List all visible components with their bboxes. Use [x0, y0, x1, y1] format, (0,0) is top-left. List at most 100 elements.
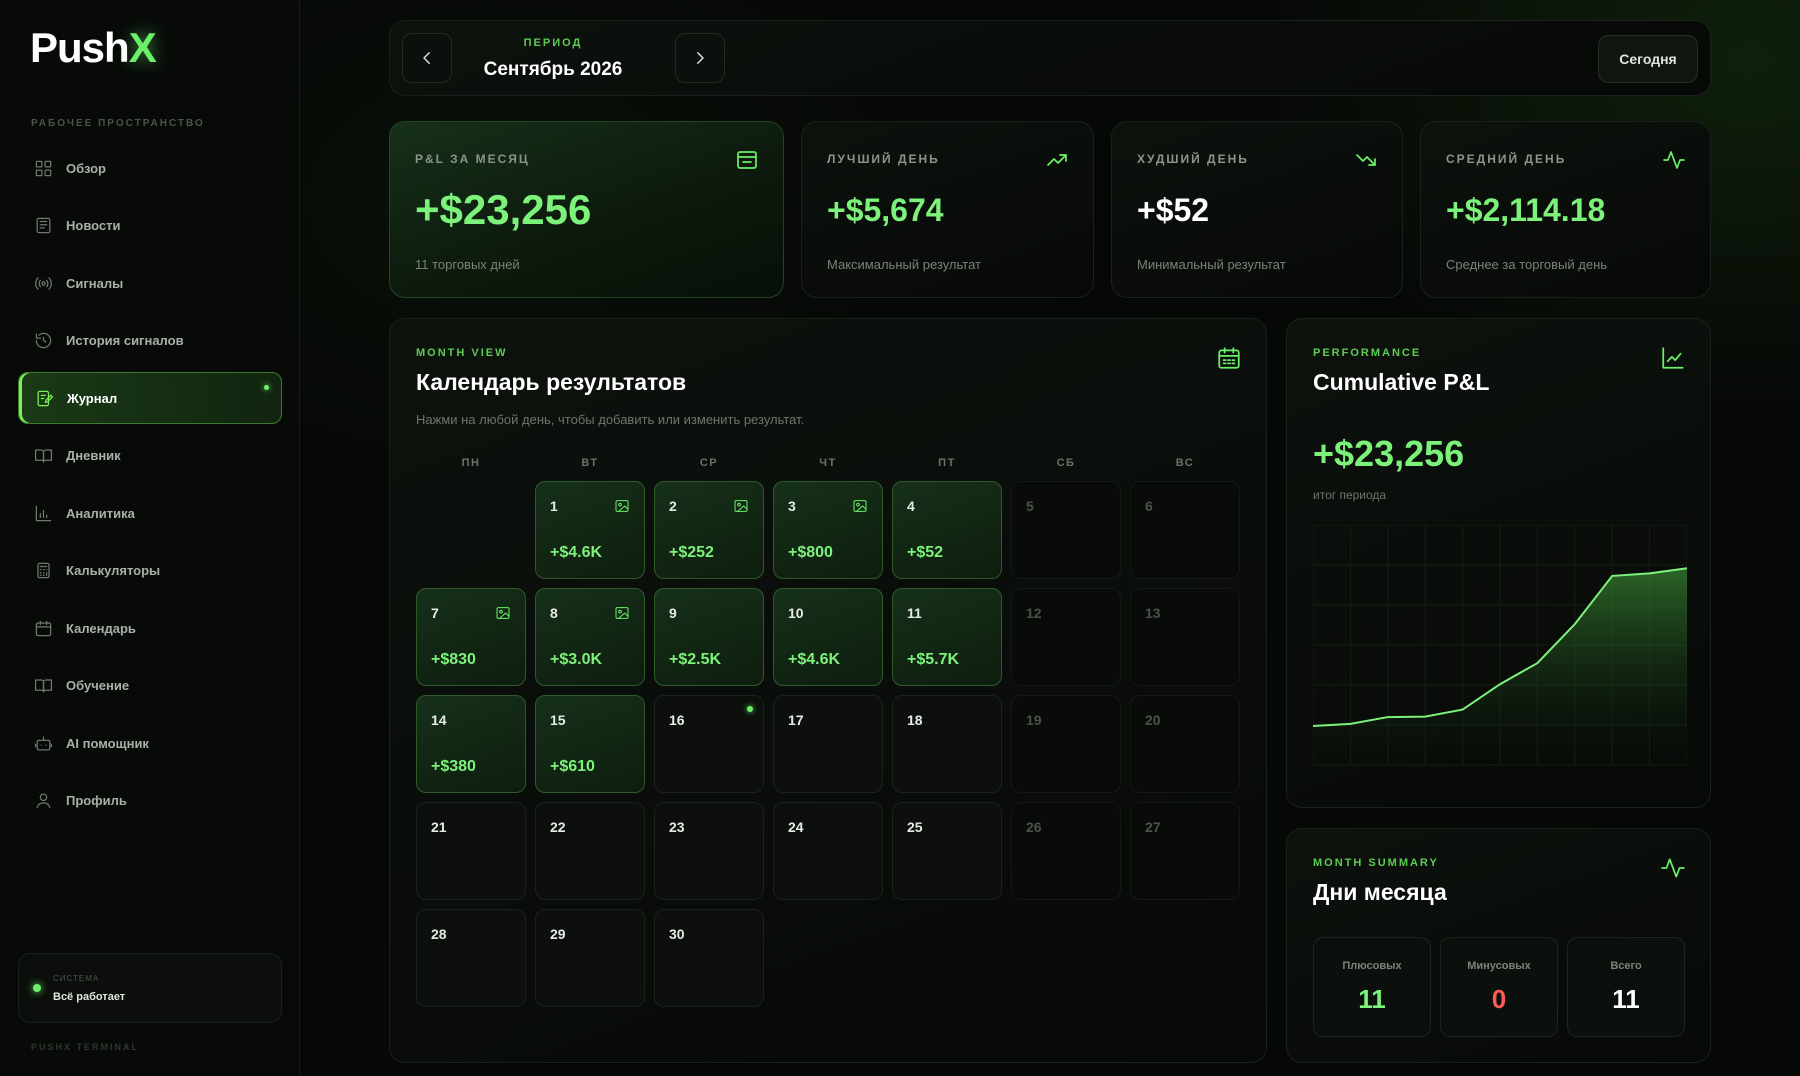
calendar-title: Календарь результатов [416, 369, 687, 395]
calendar-day[interactable]: 10 +$4.6K [773, 588, 883, 686]
calendar-day[interactable]: 17 [773, 695, 883, 793]
broadcast-icon [32, 272, 54, 294]
day-pnl: +$3.0K [550, 651, 603, 668]
day-number: 7 [431, 605, 439, 621]
summary-box: Всего 11 [1567, 937, 1685, 1037]
day-number: 10 [788, 605, 804, 621]
calendar-day[interactable]: 13 [1130, 588, 1240, 686]
calendar-day[interactable]: 21 [416, 802, 526, 900]
best-day-card: ЛУЧШИЙ ДЕНЬ +$5,674 Максимальный результ… [801, 121, 1094, 298]
month-pnl-card: P&L ЗА МЕСЯЦ +$23,256 11 торговых дней [389, 121, 784, 298]
day-pnl: +$830 [431, 651, 476, 668]
sidebar-item-2[interactable]: Сигналы [18, 257, 282, 309]
calendar-day[interactable]: 24 [773, 802, 883, 900]
sidebar-item-5[interactable]: Дневник [18, 430, 282, 482]
day-number: 4 [907, 498, 915, 514]
sidebar-item-4[interactable]: Журнал [18, 372, 282, 424]
today-dot [747, 706, 753, 712]
calendar-day[interactable]: 27 [1130, 802, 1240, 900]
sidebar-item-7[interactable]: Калькуляторы [18, 545, 282, 597]
day-number: 23 [669, 819, 685, 835]
day-number: 2 [669, 498, 677, 514]
period-bar: ПЕРИОД Сентябрь 2026 Сегодня [389, 20, 1711, 96]
trending-up-icon [1045, 148, 1069, 172]
calendar-day[interactable]: 26 [1011, 802, 1121, 900]
summary-box-value: 0 [1491, 984, 1507, 1014]
active-dot [264, 385, 269, 390]
calendar-day[interactable]: 1 +$4.6K [535, 481, 645, 579]
day-number: 12 [1026, 605, 1042, 621]
today-button[interactable]: Сегодня [1598, 35, 1698, 83]
day-number: 20 [1145, 712, 1161, 728]
sidebar-item-0[interactable]: Обзор [18, 142, 282, 194]
sidebar-item-8[interactable]: Календарь [18, 602, 282, 654]
summary-title: Дни месяца [1313, 879, 1447, 905]
calendar-day[interactable]: 20 [1130, 695, 1240, 793]
calendar-subtitle: Нажми на любой день, чтобы добавить или … [416, 412, 805, 427]
sidebar-item-9[interactable]: Обучение [18, 660, 282, 712]
calendar-day[interactable]: 23 [654, 802, 764, 900]
calendar-day[interactable]: 22 [535, 802, 645, 900]
summary-tag: MONTH SUMMARY [1313, 857, 1439, 869]
calendar-day[interactable]: 5 [1011, 481, 1121, 579]
calendar-day[interactable]: 28 [416, 909, 526, 1007]
calendar-day[interactable]: 25 [892, 802, 1002, 900]
day-number: 1 [550, 498, 558, 514]
calendar-day[interactable]: 2 +$252 [654, 481, 764, 579]
sidebar: PushX РАБОЧЕЕ ПРОСТРАНСТВО Обзор Новости С… [0, 0, 300, 1076]
calendar-day[interactable]: 30 [654, 909, 764, 1007]
chevron-left-icon [423, 52, 430, 64]
calendar-day[interactable]: 4 +$52 [892, 481, 1002, 579]
weekday-header: ПН [461, 457, 481, 469]
sidebar-item-label: Обучение [66, 678, 130, 693]
day-number: 6 [1145, 498, 1153, 514]
bar-chart-icon [32, 502, 54, 524]
stat-label: P&L ЗА МЕСЯЦ [415, 152, 530, 166]
summary-box-value: 11 [1358, 984, 1386, 1014]
sidebar-item-11[interactable]: Профиль [18, 775, 282, 827]
next-month-button[interactable] [675, 33, 725, 83]
sidebar-item-label: Аналитика [66, 505, 135, 521]
calendar-day[interactable]: 19 [1011, 695, 1121, 793]
day-pnl: +$4.6K [788, 651, 841, 668]
calendar-day[interactable]: 14 +$380 [416, 695, 526, 793]
calendar-day[interactable]: 15 +$610 [535, 695, 645, 793]
system-label: СИСТЕМА [53, 974, 100, 983]
summary-box-label: Минусовых [1467, 960, 1531, 972]
calendar-day[interactable]: 8 +$3.0K [535, 588, 645, 686]
day-number: 9 [669, 605, 677, 621]
image-icon [495, 605, 511, 621]
calendar-day[interactable]: 9 +$2.5K [654, 588, 764, 686]
day-number: 17 [788, 712, 804, 728]
day-number: 3 [788, 498, 796, 514]
logo[interactable]: PushX [30, 24, 157, 72]
summary-box-label: Всего [1610, 960, 1642, 972]
calendar-day[interactable]: 18 [892, 695, 1002, 793]
prev-month-button[interactable] [402, 33, 452, 83]
calendar-day[interactable]: 12 [1011, 588, 1121, 686]
sidebar-item-10[interactable]: AI помощник [18, 717, 282, 769]
day-number: 15 [550, 712, 566, 728]
calendar-icon [1216, 345, 1242, 371]
journal-edit-icon [33, 387, 55, 409]
stat-sub: Максимальный результат [827, 257, 981, 272]
weekday-header: ВТ [581, 457, 599, 469]
calendar-day[interactable]: 16 [654, 695, 764, 793]
day-number: 24 [788, 819, 804, 835]
calendar-day[interactable]: 3 +$800 [773, 481, 883, 579]
calendar-day[interactable]: 6 [1130, 481, 1240, 579]
system-status: СИСТЕМА Всё работает [18, 953, 282, 1023]
sidebar-item-6[interactable]: Аналитика [18, 487, 282, 539]
stat-label: ЛУЧШИЙ ДЕНЬ [827, 152, 940, 166]
day-number: 13 [1145, 605, 1161, 621]
calendar-day[interactable]: 11 +$5.7K [892, 588, 1002, 686]
sidebar-item-3[interactable]: История сигналов [18, 315, 282, 367]
calendar-day[interactable]: 7 +$830 [416, 588, 526, 686]
stat-value: +$5,674 [827, 192, 944, 228]
day-number: 29 [550, 926, 566, 942]
stat-sub: Минимальный результат [1137, 257, 1286, 272]
calendar-icon [32, 617, 54, 639]
calendar-day[interactable]: 29 [535, 909, 645, 1007]
sidebar-item-1[interactable]: Новости [18, 200, 282, 252]
day-pnl: +$380 [431, 758, 476, 775]
